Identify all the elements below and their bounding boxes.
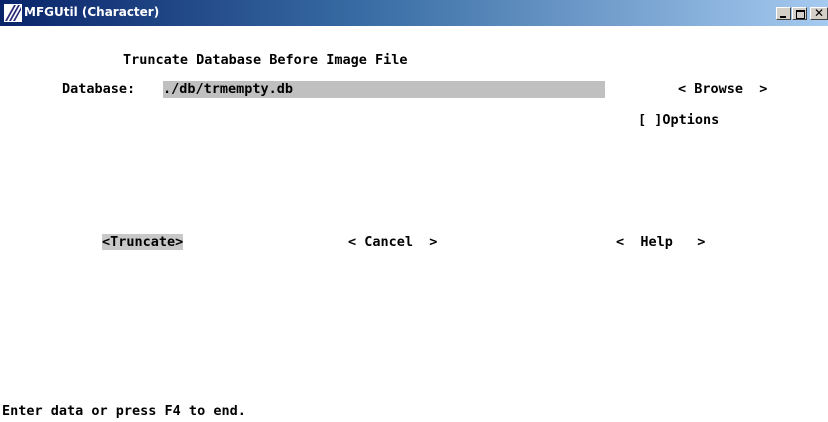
title-bar[interactable]: MFGUtil (Character) ✕ [0,0,828,26]
minimize-button[interactable] [776,7,791,20]
character-screen: Truncate Database Before Image File Data… [0,26,828,422]
truncate-button[interactable]: <Truncate> [102,233,184,251]
status-message: Enter data or press F4 to end. [2,403,246,419]
database-input[interactable]: ./db/trmempty.db [163,81,605,98]
cancel-button[interactable]: < Cancel > [348,233,437,251]
close-icon: ✕ [813,6,825,20]
app-window: MFGUtil (Character) ✕ Truncate Database … [0,0,828,422]
page-title: Truncate Database Before Image File [123,52,408,68]
maximize-button[interactable] [792,7,807,20]
app-icon [4,4,22,22]
database-label: Database: [62,81,136,97]
maximize-icon [796,10,805,19]
window-title: MFGUtil (Character) [24,5,160,19]
options-checkbox[interactable]: [ ]Options [638,111,719,129]
browse-button[interactable]: < Browse > [678,80,767,98]
minimize-icon [780,16,786,18]
close-button[interactable]: ✕ [810,7,828,20]
help-button[interactable]: < Help > [616,233,705,251]
database-input-value: ./db/trmempty.db [163,81,294,97]
truncate-button-label: <Truncate> [102,234,184,250]
